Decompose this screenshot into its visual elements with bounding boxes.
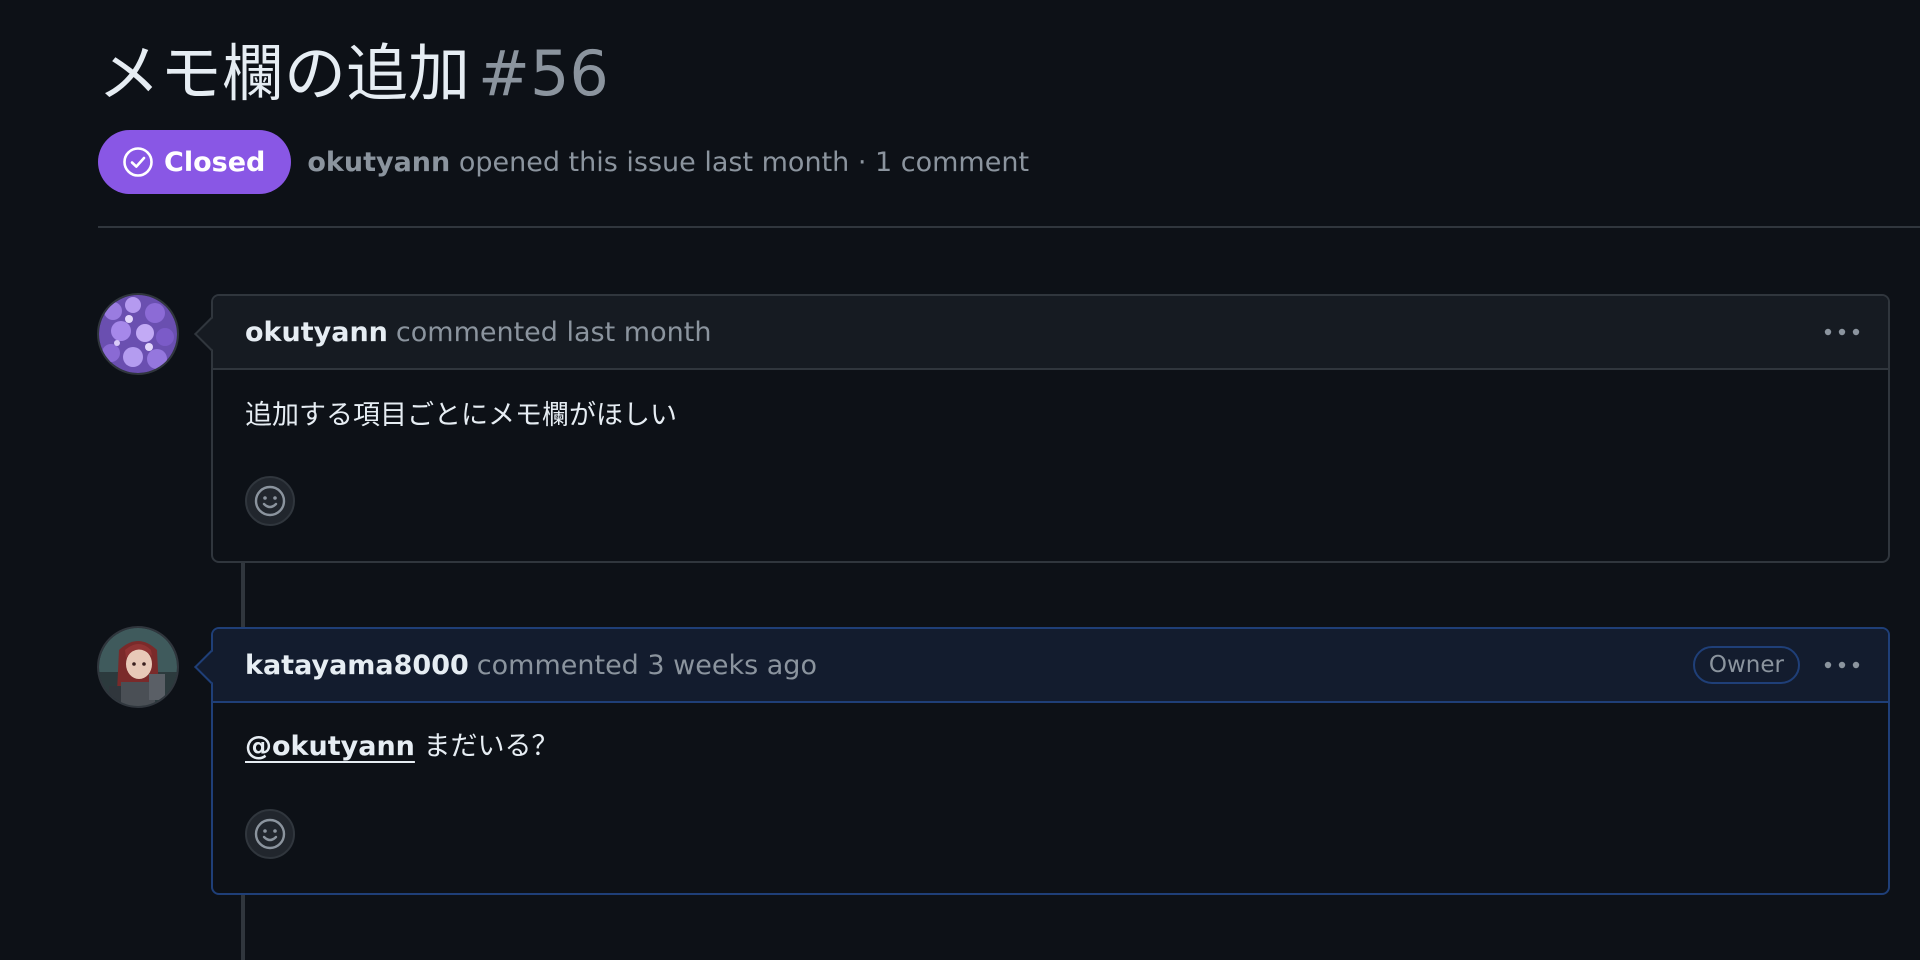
comment-timestamp[interactable]: commented last month [396,317,712,348]
avatar-okutyann[interactable] [97,293,179,375]
issue-author-link[interactable]: okutyann [307,147,450,178]
owner-badge: Owner [1692,646,1800,684]
comment-text: まだいる？ [423,731,559,762]
issue-title-text: メモ欄の追加 [98,37,471,110]
state-badge: Closed [98,130,292,194]
comment-text: 追加する項目ごとにメモ欄がほしい [245,400,677,431]
comment-header: katayama8000 commented 3 weeks ago Owner [213,629,1888,703]
comment-author-link[interactable]: katayama8000 [245,650,469,681]
comment-timestamp[interactable]: commented 3 weeks ago [477,650,817,681]
header-divider [98,226,1920,228]
comment-header: okutyann commented last month [213,296,1888,370]
kebab-horizontal-icon [1824,661,1860,669]
smiley-icon [254,818,286,850]
user-mention-link[interactable]: @okutyann [245,731,415,762]
avatar-image [99,628,177,706]
comment-okutyann: okutyann commented last month 追加する項目ごとにメ… [194,294,1890,563]
issue-meta-text: okutyann opened this issue last month · … [307,147,1029,178]
comment-menu-button[interactable] [1822,650,1862,680]
issue-title: メモ欄の追加 #56 [98,34,609,114]
check-circle-icon [123,147,153,177]
smiley-icon [254,485,286,517]
issue-number: #56 [478,37,609,110]
add-reaction-button[interactable] [245,476,295,526]
comment-katayama8000: katayama8000 commented 3 weeks ago Owner… [194,627,1890,895]
comment-body: @okutyann まだいる？ [213,703,1888,767]
add-reaction-button[interactable] [245,809,295,859]
avatar-katayama8000[interactable] [97,626,179,708]
kebab-horizontal-icon [1824,328,1860,336]
comment-body: 追加する項目ごとにメモ欄がほしい [213,370,1888,436]
issue-meta: Closed okutyann opened this issue last m… [98,130,1029,194]
issue-summary: opened this issue last month · 1 comment [458,146,1030,178]
issue-page: メモ欄の追加 #56 Closed okutyann opened this is… [0,0,1920,960]
state-label: Closed [164,146,266,178]
comment-menu-button[interactable] [1822,317,1862,347]
comment-author-link[interactable]: okutyann [245,317,388,348]
avatar-image [99,295,177,373]
